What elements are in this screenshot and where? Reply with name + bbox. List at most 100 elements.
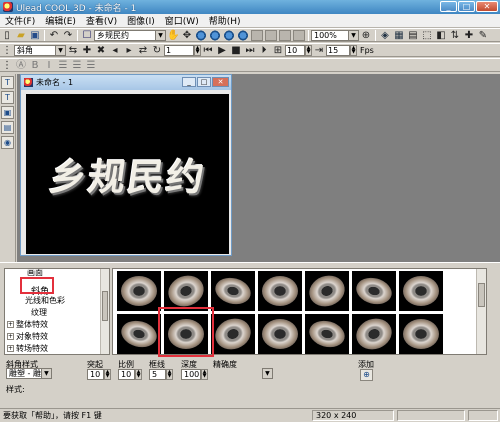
precision-select[interactable]: 3 <box>261 368 273 379</box>
bevel-preset-thumbnail[interactable] <box>305 314 349 354</box>
menu-image[interactable]: 图像(I) <box>122 14 160 27</box>
menu-help[interactable]: 帮助(H) <box>204 14 246 27</box>
move-icon[interactable]: ✥ <box>181 30 193 41</box>
redo-icon[interactable]: ↷ <box>62 30 74 41</box>
frame-step-icon[interactable]: ⊞ <box>272 45 284 56</box>
last-frame-icon[interactable]: ⏭ <box>244 45 256 56</box>
protrude-spinner[interactable]: ▲ ▼ <box>104 369 111 380</box>
align-center-icon[interactable]: ☰ <box>71 60 83 71</box>
loop-icon[interactable]: ↻ <box>151 45 163 56</box>
sort-icon[interactable]: ⇅ <box>449 30 461 41</box>
doc-maximize-button[interactable]: □ <box>197 77 211 87</box>
tree-item-transition-effects[interactable]: + 转场特效 <box>7 343 48 354</box>
bevel-preset-thumbnail[interactable] <box>210 313 256 355</box>
size-icon[interactable] <box>209 29 221 41</box>
text-icon[interactable] <box>251 29 263 41</box>
effect-icon[interactable] <box>293 29 305 41</box>
bevel-preset-thumbnail[interactable] <box>399 314 443 354</box>
document-window[interactable]: 未命名 - 1 _ □ ✕ 乡规民约 <box>20 74 232 256</box>
effect-type-select[interactable]: 斜角 <box>14 44 66 56</box>
delete-keyframe-icon[interactable]: ✖ <box>95 45 107 56</box>
fps-field[interactable]: 15 <box>326 44 350 56</box>
keyframe-slider-icon[interactable]: ⇆ <box>67 45 79 56</box>
text-size-icon[interactable]: Ⓐ <box>15 60 27 71</box>
border-spinner[interactable]: ▲ ▼ <box>166 369 173 380</box>
ratio-spinner[interactable]: ▲ ▼ <box>135 369 142 380</box>
object-tool-icon[interactable]: ☐ <box>81 30 93 41</box>
edit-text-icon[interactable]: T <box>1 91 14 104</box>
bevel-preset-thumbnail[interactable] <box>258 314 302 354</box>
document-title-bar[interactable]: 未命名 - 1 _ □ ✕ <box>21 75 231 90</box>
quality-icon[interactable]: ◈ <box>379 30 391 41</box>
bevel-preset-thumbnail[interactable] <box>304 270 350 312</box>
menu-edit[interactable]: 编辑(E) <box>40 14 81 27</box>
new-file-icon[interactable]: ▯ <box>1 30 13 41</box>
current-frame-field[interactable]: 1 <box>164 44 194 56</box>
expand-icon[interactable]: + <box>7 333 14 340</box>
expand-icon[interactable]: + <box>7 345 14 352</box>
maximize-button[interactable]: □ <box>458 1 475 12</box>
depth-spinner[interactable]: ▲ ▼ <box>201 369 208 380</box>
next-keyframe-icon[interactable]: ▸ <box>123 45 135 56</box>
save-icon[interactable]: ▣ <box>29 30 41 41</box>
bevel-preset-thumbnail[interactable] <box>117 271 161 311</box>
rate-icon[interactable]: ⇥ <box>313 45 325 56</box>
total-frames-field[interactable]: 10 <box>285 44 305 56</box>
next-frame-icon[interactable]: ⏵ <box>258 45 270 56</box>
camera-icon[interactable] <box>279 29 291 41</box>
insert-text-icon[interactable]: T <box>1 76 14 89</box>
doc-close-button[interactable]: ✕ <box>212 77 229 87</box>
minimize-button[interactable]: _ <box>440 1 457 12</box>
scrollbar-thumb[interactable] <box>478 283 485 307</box>
light-icon[interactable] <box>237 29 249 41</box>
fps-spinner[interactable]: ▲ ▼ <box>350 44 357 56</box>
doc-minimize-button[interactable]: _ <box>182 77 196 87</box>
wireframe-icon[interactable]: ⬚ <box>421 30 433 41</box>
depth-field[interactable]: 100 <box>181 369 201 380</box>
frame-spinner[interactable]: ▲ ▼ <box>194 44 201 56</box>
border-field[interactable]: 5 <box>149 369 166 380</box>
bevel-preset-thumbnail[interactable] <box>163 270 209 312</box>
bevel-preset-thumbnail[interactable] <box>258 271 302 311</box>
expand-icon[interactable]: + <box>7 321 14 328</box>
bold-icon[interactable]: B <box>29 60 41 71</box>
bevel-preset-thumbnail[interactable] <box>352 271 396 311</box>
reverse-icon[interactable]: ⇄ <box>137 45 149 56</box>
add-preset-icon[interactable]: ⊕ <box>360 369 373 381</box>
render-canvas[interactable]: 乡规民约 <box>26 94 229 254</box>
close-button[interactable]: ✕ <box>476 1 498 12</box>
play-icon[interactable]: ▶ <box>216 45 228 56</box>
grid-icon[interactable]: ▤ <box>407 30 419 41</box>
hand-icon[interactable]: ✋ <box>167 30 179 41</box>
object-manager-icon[interactable]: ◉ <box>1 136 14 149</box>
first-frame-icon[interactable]: ⏮ <box>202 45 214 56</box>
3d-title-text[interactable]: 乡规民约 <box>46 147 210 201</box>
italic-icon[interactable]: I <box>43 60 55 71</box>
gallery-scrollbar[interactable] <box>476 269 486 354</box>
zoom-in-icon[interactable]: ⊕ <box>360 30 372 41</box>
align-right-icon[interactable]: ☰ <box>85 60 97 71</box>
tree-scrollbar[interactable] <box>100 269 109 354</box>
stop-icon[interactable]: ■ <box>230 45 242 56</box>
rotate-icon[interactable] <box>195 29 207 41</box>
ratio-field[interactable]: 10 <box>118 369 135 380</box>
insert-graphic-icon[interactable]: ▣ <box>1 106 14 119</box>
prev-keyframe-icon[interactable]: ◂ <box>109 45 121 56</box>
bevel-preset-thumbnail[interactable] <box>351 313 397 355</box>
edit-graphic-icon[interactable]: ▤ <box>1 121 14 134</box>
bevel-preset-thumbnail[interactable] <box>211 271 255 311</box>
axis-icon[interactable]: ✚ <box>463 30 475 41</box>
bevel-preset-thumbnail[interactable] <box>399 271 443 311</box>
menu-file[interactable]: 文件(F) <box>0 14 40 27</box>
cursor-icon[interactable]: ✎ <box>477 30 489 41</box>
zoom-select[interactable]: 100% <box>311 29 359 41</box>
scale-icon[interactable] <box>223 29 235 41</box>
tree-item-object-effects[interactable]: + 对象特效 <box>7 331 48 342</box>
shadow-icon[interactable]: ◧ <box>435 30 447 41</box>
tree-item-light-color[interactable]: 光线和色彩 <box>25 295 65 306</box>
menu-window[interactable]: 窗口(W) <box>160 14 204 27</box>
menu-view[interactable]: 查看(V) <box>81 14 122 27</box>
scrollbar-thumb[interactable] <box>102 291 108 321</box>
bevel-preset-thumbnail[interactable] <box>117 314 161 354</box>
undo-icon[interactable]: ↶ <box>48 30 60 41</box>
